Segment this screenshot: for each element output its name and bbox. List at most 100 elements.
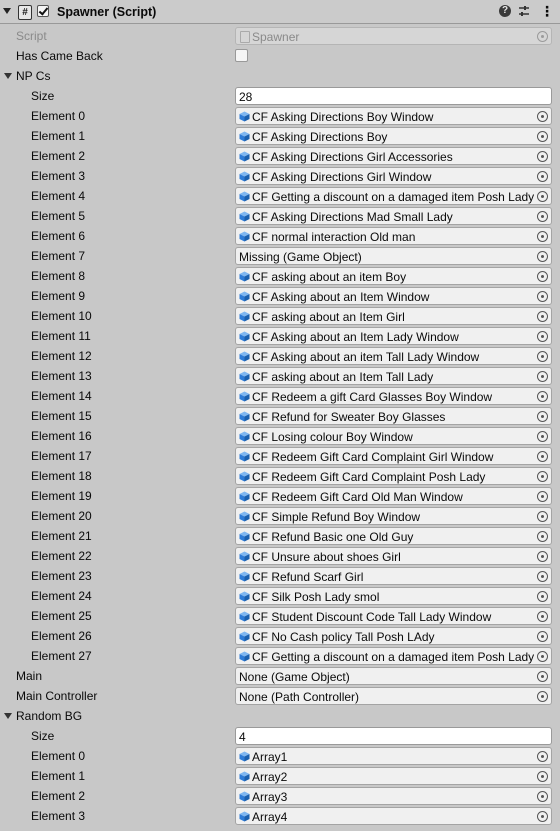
random-bg-size-input[interactable]: 4: [235, 727, 552, 745]
npc-object-field[interactable]: Missing (Game Object): [235, 247, 552, 265]
object-picker-icon[interactable]: [537, 671, 548, 682]
object-picker-icon[interactable]: [537, 431, 548, 442]
main-object-field[interactable]: None (Game Object): [235, 667, 552, 685]
npc-object-field[interactable]: CF Asking about an Item Window: [235, 287, 552, 305]
npc-object-field[interactable]: CF Refund Scarf Girl: [235, 567, 552, 585]
npc-object-field[interactable]: CF Asking about an item Tall Lady Window: [235, 347, 552, 365]
preset-sliders-icon[interactable]: [517, 4, 531, 18]
element-label: Element 4: [31, 189, 86, 203]
npc-object-field[interactable]: CF Redeem Gift Card Complaint Girl Windo…: [235, 447, 552, 465]
npc-object-field[interactable]: CF asking about an item Boy: [235, 267, 552, 285]
object-picker-icon[interactable]: [537, 591, 548, 602]
component-header[interactable]: # Spawner (Script) ? ⋮: [0, 0, 560, 24]
npc-object-field[interactable]: CF Getting a discount on a damaged item …: [235, 647, 552, 665]
npc-object-field[interactable]: CF Asking Directions Mad Small Lady: [235, 207, 552, 225]
object-picker-icon[interactable]: [537, 311, 548, 322]
object-picker-icon[interactable]: [537, 211, 548, 222]
element-label: Element 11: [31, 329, 91, 343]
prefab-cube-icon: [239, 311, 250, 322]
object-picker-icon[interactable]: [537, 231, 548, 242]
object-picker-icon[interactable]: [537, 651, 548, 662]
object-picker-icon[interactable]: [537, 511, 548, 522]
prefab-cube-icon: [239, 151, 250, 162]
npc-object-field[interactable]: CF Getting a discount on a damaged item …: [235, 187, 552, 205]
object-picker-icon[interactable]: [537, 571, 548, 582]
object-picker-icon[interactable]: [537, 691, 548, 702]
npcs-label: NP Cs: [16, 69, 51, 83]
prefab-cube-icon: [239, 131, 250, 142]
npc-object-field[interactable]: CF Asking about an Item Lady Window: [235, 327, 552, 345]
object-picker-icon[interactable]: [537, 451, 548, 462]
npcs-element-row: Element 3 CF Asking Directions Girl Windo…: [0, 166, 560, 186]
object-picker-icon[interactable]: [537, 811, 548, 822]
npc-object-field[interactable]: CF Asking Directions Boy: [235, 127, 552, 145]
element-label: Element 2: [31, 789, 86, 803]
npc-object-field[interactable]: CF Redeem Gift Card Old Man Window: [235, 487, 552, 505]
component-enabled-checkbox[interactable]: [37, 5, 49, 17]
element-label: Element 18: [31, 469, 92, 483]
npc-object-field[interactable]: CF Unsure about shoes Girl: [235, 547, 552, 565]
object-picker-icon[interactable]: [537, 491, 548, 502]
element-label: Element 25: [31, 609, 92, 623]
npc-object-field[interactable]: CF Redeem a gift Card Glasses Boy Window: [235, 387, 552, 405]
object-picker-icon[interactable]: [537, 551, 548, 562]
npc-object-field[interactable]: CF Refund for Sweater Boy Glasses: [235, 407, 552, 425]
npc-object-field[interactable]: CF Simple Refund Boy Window: [235, 507, 552, 525]
object-picker-icon[interactable]: [537, 611, 548, 622]
main-controller-object-field[interactable]: None (Path Controller): [235, 687, 552, 705]
random-bg-foldout-arrow-icon[interactable]: [4, 713, 12, 719]
element-label: Element 9: [31, 289, 86, 303]
npcs-foldout-arrow-icon[interactable]: [4, 73, 12, 79]
element-label: Element 2: [31, 149, 86, 163]
object-picker-icon[interactable]: [537, 111, 548, 122]
field-value: CF Asking Directions Boy Window: [252, 110, 434, 124]
npcs-element-row: Element 17 CF Redeem Gift Card Complaint …: [0, 446, 560, 466]
npcs-element-row: Element 10 CF asking about an Item Girl: [0, 306, 560, 326]
object-picker-icon[interactable]: [537, 271, 548, 282]
random-bg-object-field[interactable]: Array4: [235, 807, 552, 825]
npc-object-field[interactable]: CF Asking Directions Girl Window: [235, 167, 552, 185]
npc-object-field[interactable]: CF Student Discount Code Tall Lady Windo…: [235, 607, 552, 625]
npc-object-field[interactable]: CF Refund Basic one Old Guy: [235, 527, 552, 545]
object-picker-icon[interactable]: [537, 391, 548, 402]
object-picker-icon[interactable]: [537, 471, 548, 482]
object-picker-icon[interactable]: [537, 751, 548, 762]
object-picker-icon[interactable]: [537, 151, 548, 162]
npc-object-field[interactable]: CF Losing colour Boy Window: [235, 427, 552, 445]
help-icon[interactable]: ?: [499, 5, 511, 17]
object-picker-icon[interactable]: [537, 531, 548, 542]
object-picker-icon[interactable]: [537, 371, 548, 382]
object-picker-icon[interactable]: [537, 631, 548, 642]
object-picker-icon[interactable]: [537, 131, 548, 142]
object-picker-icon[interactable]: [537, 771, 548, 782]
object-picker-icon[interactable]: [537, 251, 548, 262]
field-value: CF Redeem a gift Card Glasses Boy Window: [252, 390, 493, 404]
object-picker-icon[interactable]: [537, 171, 548, 182]
element-label: Element 12: [31, 349, 92, 363]
object-picker-icon[interactable]: [537, 291, 548, 302]
field-value: CF Asking Directions Mad Small Lady: [252, 210, 453, 224]
prefab-cube-icon: [239, 551, 250, 562]
field-value: CF Redeem Gift Card Complaint Girl Windo…: [252, 450, 494, 464]
object-picker-icon[interactable]: [537, 791, 548, 802]
npc-object-field[interactable]: CF normal interaction Old man: [235, 227, 552, 245]
npc-object-field[interactable]: CF Asking Directions Boy Window: [235, 107, 552, 125]
has-came-back-checkbox[interactable]: [235, 49, 248, 62]
npc-object-field[interactable]: CF Asking Directions Girl Accessories: [235, 147, 552, 165]
object-picker-icon[interactable]: [537, 351, 548, 362]
script-field: Spawner: [235, 27, 552, 45]
context-menu-icon[interactable]: ⋮: [540, 4, 554, 20]
npc-object-field[interactable]: CF asking about an Item Tall Lady: [235, 367, 552, 385]
npcs-size-input[interactable]: 28: [235, 87, 552, 105]
random-bg-object-field[interactable]: Array2: [235, 767, 552, 785]
random-bg-object-field[interactable]: Array3: [235, 787, 552, 805]
npc-object-field[interactable]: CF Silk Posh Lady smol: [235, 587, 552, 605]
npc-object-field[interactable]: CF asking about an Item Girl: [235, 307, 552, 325]
npc-object-field[interactable]: CF Redeem Gift Card Complaint Posh Lady: [235, 467, 552, 485]
npc-object-field[interactable]: CF No Cash policy Tall Posh LAdy: [235, 627, 552, 645]
foldout-arrow-icon[interactable]: [3, 8, 11, 14]
object-picker-icon[interactable]: [537, 411, 548, 422]
random-bg-object-field[interactable]: Array1: [235, 747, 552, 765]
object-picker-icon[interactable]: [537, 331, 548, 342]
object-picker-icon[interactable]: [537, 191, 548, 202]
